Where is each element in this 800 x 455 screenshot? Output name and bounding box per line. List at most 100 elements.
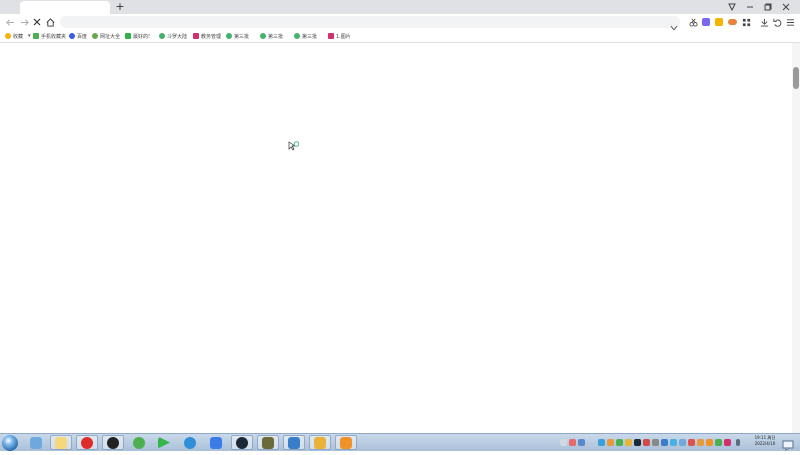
bookmark-label: 收藏 bbox=[13, 33, 24, 40]
bookmark-item[interactable]: 教务管理 bbox=[193, 31, 221, 41]
bookmark-label: 教务管理 bbox=[201, 33, 222, 40]
restore-button[interactable] bbox=[760, 0, 776, 14]
stop-loading-button[interactable] bbox=[31, 16, 43, 28]
bookmark-favicon-icon bbox=[226, 33, 232, 39]
bookmark-label: 第三批 bbox=[268, 33, 284, 40]
tray-app-icon[interactable] bbox=[706, 439, 713, 446]
taskbar-app-feishu[interactable] bbox=[205, 435, 227, 450]
bookmark-favicon-icon bbox=[260, 33, 266, 39]
chevron-down-icon: ▾ bbox=[28, 33, 31, 39]
bookmark-item[interactable]: 最好的! bbox=[125, 31, 150, 41]
netease-music-icon bbox=[81, 436, 93, 449]
taskbar-app-green[interactable] bbox=[128, 435, 150, 450]
gamepad-icon[interactable] bbox=[726, 16, 738, 28]
tab-strip: + bbox=[0, 0, 800, 14]
close-button[interactable] bbox=[778, 0, 794, 14]
bookmark-favicon-icon bbox=[328, 33, 334, 39]
busy-cursor-icon bbox=[288, 136, 300, 155]
forward-button[interactable] bbox=[18, 16, 30, 28]
tray-app-icon[interactable] bbox=[625, 439, 632, 446]
tray-app-icon[interactable] bbox=[569, 439, 576, 446]
bookmark-label: 1.图片 bbox=[336, 33, 351, 40]
feishu-icon bbox=[210, 436, 222, 449]
bookmark-item[interactable]: 手机收藏夹 bbox=[33, 31, 66, 41]
bookmark-favicon-icon bbox=[125, 33, 131, 39]
shield-icon[interactable] bbox=[724, 0, 740, 14]
bookmark-item[interactable]: 第三批 bbox=[260, 31, 283, 41]
bookmark-favicon-icon bbox=[193, 33, 199, 39]
bookmark-item[interactable]: 第三批 bbox=[294, 31, 317, 41]
tray-app-icon[interactable] bbox=[643, 439, 650, 446]
tray-app-icon[interactable] bbox=[607, 439, 614, 446]
taskbar-app-folder[interactable] bbox=[50, 435, 72, 450]
address-bar[interactable] bbox=[60, 16, 680, 35]
navigation-bar bbox=[0, 14, 800, 35]
menu-icon[interactable] bbox=[784, 16, 796, 28]
taskbar-app-emoji[interactable] bbox=[309, 435, 331, 450]
baidu-paw-icon bbox=[69, 33, 75, 39]
minimize-button[interactable] bbox=[742, 0, 758, 14]
tray-app-icon[interactable] bbox=[715, 439, 722, 446]
download-icon[interactable] bbox=[758, 16, 770, 28]
taskbar-app-settings[interactable] bbox=[283, 435, 305, 450]
window-controls bbox=[724, 0, 794, 14]
tray-volume-icon[interactable] bbox=[736, 439, 740, 446]
bookmark-label: 第三批 bbox=[302, 33, 318, 40]
extension-shield-icon[interactable] bbox=[713, 16, 725, 28]
tray-app-icon[interactable] bbox=[688, 439, 695, 446]
bookmark-item[interactable]: 第三批 bbox=[226, 31, 249, 41]
bookmark-item[interactable]: 1.图片 bbox=[328, 31, 351, 41]
taskbar-app-browser[interactable] bbox=[179, 435, 201, 450]
scissors-icon[interactable] bbox=[687, 16, 699, 28]
taskbar-app-netease-music[interactable] bbox=[76, 435, 98, 450]
tray-app-icon[interactable] bbox=[679, 439, 686, 446]
bookmark-favicon-icon bbox=[33, 33, 39, 39]
home-button[interactable] bbox=[44, 16, 56, 28]
tray-app-icon[interactable] bbox=[652, 439, 659, 446]
taskbar-app-video-player[interactable] bbox=[153, 435, 175, 450]
taskbar-app-game[interactable] bbox=[257, 435, 279, 450]
scrollbar-thumb[interactable] bbox=[793, 67, 799, 89]
tray-app-icon[interactable] bbox=[697, 439, 704, 446]
bookmark-item[interactable]: 收藏 ▾ bbox=[5, 31, 31, 41]
tray-steam-icon[interactable] bbox=[634, 439, 641, 446]
taskbar-app-people[interactable] bbox=[25, 435, 47, 450]
bookmark-item[interactable]: 百度 bbox=[69, 31, 87, 41]
star-icon bbox=[5, 33, 11, 39]
people-icon bbox=[30, 436, 42, 449]
tray-app-icon[interactable] bbox=[578, 439, 585, 446]
bookmark-label: 网址大全 bbox=[100, 33, 121, 40]
bookmark-favicon-icon bbox=[92, 33, 98, 39]
new-tab-button[interactable]: + bbox=[114, 0, 126, 14]
notification-icon[interactable] bbox=[782, 436, 794, 451]
bookmark-label: 百度 bbox=[77, 33, 88, 40]
taskbar-app-obs[interactable] bbox=[102, 435, 124, 450]
steam-icon bbox=[236, 436, 248, 449]
tray-app-icon[interactable] bbox=[598, 439, 605, 446]
tray-app-icon[interactable] bbox=[670, 439, 677, 446]
back-button[interactable] bbox=[4, 16, 16, 28]
settings-app-icon bbox=[288, 436, 300, 449]
tray-app-icon[interactable] bbox=[616, 439, 623, 446]
start-button[interactable] bbox=[2, 435, 18, 451]
apps-grid-icon[interactable] bbox=[740, 16, 752, 28]
tray-keyboard-icon[interactable] bbox=[560, 439, 567, 446]
extension-purple-icon[interactable] bbox=[700, 16, 712, 28]
taskbar-app-help[interactable] bbox=[335, 435, 357, 450]
page-content[interactable] bbox=[0, 43, 792, 433]
folder-icon bbox=[55, 436, 67, 449]
taskbar-app-steam[interactable] bbox=[231, 435, 253, 450]
taskbar-clock[interactable]: 19:11 周日 2022/4/10 bbox=[750, 435, 780, 450]
bookmark-item[interactable]: 网址大全 bbox=[92, 31, 120, 41]
game-icon bbox=[262, 436, 274, 449]
tray-app-icon[interactable] bbox=[661, 439, 668, 446]
bookmark-item[interactable]: 斗罗大陆 bbox=[159, 31, 187, 41]
emoji-app-icon bbox=[314, 436, 326, 449]
video-player-icon bbox=[158, 436, 170, 449]
tray-app-icon[interactable] bbox=[724, 439, 731, 446]
clock-date: 2022/4/10 bbox=[754, 441, 776, 446]
vertical-scrollbar[interactable] bbox=[792, 43, 800, 433]
active-tab[interactable] bbox=[20, 1, 110, 14]
browser-icon bbox=[184, 436, 196, 449]
undo-icon[interactable] bbox=[771, 16, 783, 28]
